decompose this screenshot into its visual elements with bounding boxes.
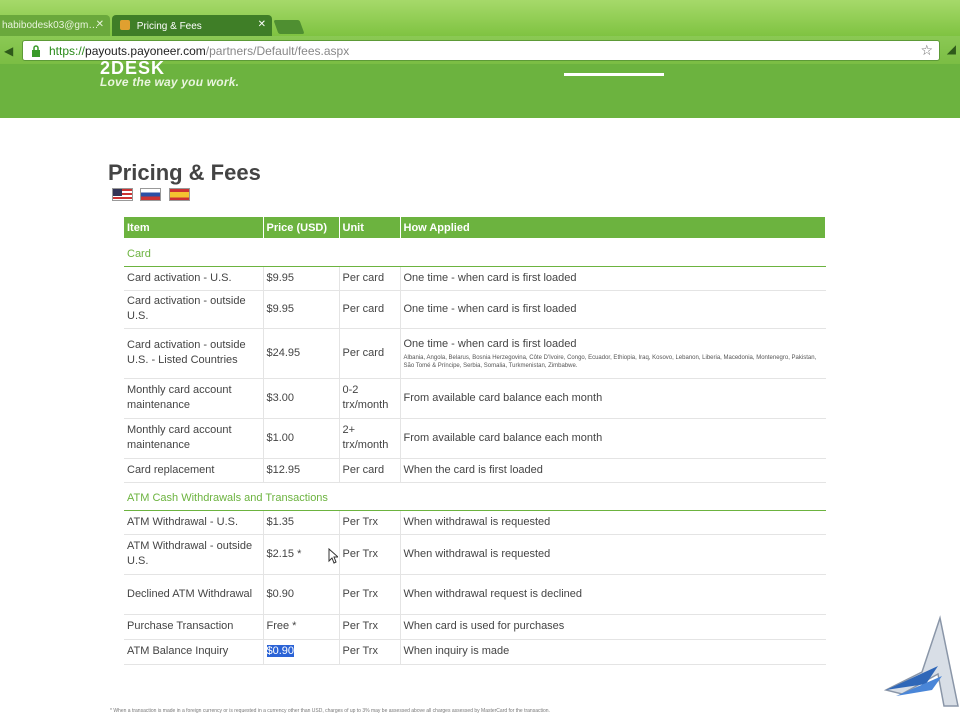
cell-how: When withdrawal request is declined xyxy=(400,574,826,615)
cell-unit: Per card xyxy=(339,458,401,483)
url-path: /partners/Default/fees.aspx xyxy=(205,44,350,58)
cell-unit: Per Trx xyxy=(339,639,401,665)
cell-how: One time - when card is first loaded xyxy=(400,290,826,329)
fees-table: Item Price (USD) Unit How Applied Card C… xyxy=(124,217,826,665)
cell-unit: Per Trx xyxy=(339,574,401,615)
cell-how: When withdrawal is requested xyxy=(400,534,826,575)
cell-how: One time - when card is first loaded xyxy=(400,266,826,291)
cell-how: When inquiry is made xyxy=(400,639,826,665)
table-row: ATM Withdrawal - outside U.S. $2.15 * Pe… xyxy=(124,534,826,575)
tab-label: habibodesk03@gm… xyxy=(2,20,99,31)
cell-price: $1.00 xyxy=(263,418,340,459)
cell-item: Card activation - outside U.S. xyxy=(124,290,264,329)
cell-item: Card activation - U.S. xyxy=(124,266,264,291)
cell-unit: Per card xyxy=(339,328,401,379)
cell-unit: Per Trx xyxy=(339,614,401,640)
tagline: Love the way you work. xyxy=(100,75,240,89)
cell-price: $9.95 xyxy=(263,266,340,291)
listed-countries: Albania, Angola, Belarus, Bosnia Herzego… xyxy=(403,354,817,369)
es-flag-icon[interactable] xyxy=(168,188,190,201)
cell-how: When the card is first loaded xyxy=(400,458,826,483)
url-host: payouts.payoneer.com xyxy=(85,44,206,58)
column-header-price: Price (USD) xyxy=(263,217,340,238)
cell-unit: 0-2 trx/month xyxy=(339,378,401,419)
section-title: Card xyxy=(124,238,826,267)
table-row: ATM Balance Inquiry $0.90 Per Trx When i… xyxy=(124,639,826,665)
cell-price: $0.90 xyxy=(263,574,340,615)
selected-price-text[interactable]: $0.90 xyxy=(266,645,295,657)
lock-icon xyxy=(32,45,40,57)
cell-unit: Per Trx xyxy=(339,534,401,575)
cell-price: $9.95 xyxy=(263,290,340,329)
url-scheme: https:// xyxy=(49,44,86,58)
cell-item: ATM Withdrawal - U.S. xyxy=(124,510,264,535)
wrench-icon[interactable]: ◢ xyxy=(947,42,956,56)
table-row: ATM Withdrawal - U.S. $1.35 Per Trx When… xyxy=(124,510,826,535)
column-header-unit: Unit xyxy=(339,217,401,238)
new-tab-button[interactable] xyxy=(273,20,305,34)
cell-price: $3.00 xyxy=(263,378,340,419)
cell-price: Free * xyxy=(263,614,340,640)
how-applied-text: One time - when card is first loaded xyxy=(403,337,577,350)
language-flags xyxy=(112,188,193,206)
cell-item: Purchase Transaction xyxy=(124,614,264,640)
table-row: Card activation - outside U.S. $9.95 Per… xyxy=(124,290,826,329)
cell-item: ATM Withdrawal - outside U.S. xyxy=(124,534,264,575)
table-row: Card activation - outside U.S. - Listed … xyxy=(124,328,826,379)
cell-unit: Per Trx xyxy=(339,510,401,535)
table-row: Monthly card account maintenance $3.00 0… xyxy=(124,378,826,419)
table-row: Declined ATM Withdrawal $0.90 Per Trx Wh… xyxy=(124,574,826,615)
cell-price: $24.95 xyxy=(263,328,340,379)
section-row: ATM Cash Withdrawals and Transactions xyxy=(124,482,826,511)
mouse-cursor-icon xyxy=(328,548,338,564)
cell-how: When card is used for purchases xyxy=(400,614,826,640)
close-tab-icon[interactable]: ✕ xyxy=(96,19,104,30)
cell-item: Card replacement xyxy=(124,458,264,483)
footnote: * When a transaction is made in a foreig… xyxy=(110,708,550,714)
tab-label: Pricing & Fees xyxy=(136,21,202,32)
back-icon[interactable]: ◀ xyxy=(4,44,13,58)
cell-price: $12.95 xyxy=(263,458,340,483)
table-row: Monthly card account maintenance $1.00 2… xyxy=(124,418,826,459)
watermark-logo-icon xyxy=(883,615,959,707)
cell-how: From available card balance each month xyxy=(400,378,826,419)
close-tab-icon[interactable]: ✕ xyxy=(258,19,266,30)
cell-price: $1.35 xyxy=(263,510,340,535)
favicon-icon xyxy=(120,20,130,30)
section-row: Card xyxy=(124,238,826,267)
star-icon[interactable]: ☆ xyxy=(920,42,933,59)
site-header: 2DESK Love the way you work. xyxy=(0,58,960,118)
table-row: Card activation - U.S. $9.95 Per card On… xyxy=(124,266,826,291)
tab-gmail[interactable]: habibodesk03@gm… ✕ xyxy=(0,15,110,37)
us-flag-icon[interactable] xyxy=(112,188,133,201)
browser-tabstrip: habibodesk03@gm… ✕ Pricing & Fees ✕ xyxy=(0,0,960,37)
cell-price: $0.90 xyxy=(263,639,340,665)
column-header-item: Item xyxy=(124,217,264,238)
cell-unit: Per card xyxy=(339,290,401,329)
cell-how: From available card balance each month xyxy=(400,418,826,459)
cell-how: When withdrawal is requested xyxy=(400,510,826,535)
cell-item: Card activation - outside U.S. - Listed … xyxy=(124,328,264,379)
cell-item: Monthly card account maintenance xyxy=(124,378,264,419)
cell-unit: Per card xyxy=(339,266,401,291)
nav-active-indicator xyxy=(564,73,664,76)
cell-how: One time - when card is first loaded Alb… xyxy=(400,328,826,379)
cell-item: Declined ATM Withdrawal xyxy=(124,574,264,615)
cell-unit: 2+ trx/month xyxy=(339,418,401,459)
cell-item: Monthly card account maintenance xyxy=(124,418,264,459)
column-header-how-applied: How Applied xyxy=(400,217,826,238)
table-header-row: Item Price (USD) Unit How Applied xyxy=(124,217,826,238)
cell-item: ATM Balance Inquiry xyxy=(124,639,264,665)
table-row: Card replacement $12.95 Per card When th… xyxy=(124,458,826,483)
page-title: Pricing & Fees xyxy=(108,160,261,185)
table-row: Purchase Transaction Free * Per Trx When… xyxy=(124,614,826,640)
tab-pricing-fees[interactable]: Pricing & Fees ✕ xyxy=(112,15,272,37)
ru-flag-icon[interactable] xyxy=(140,188,162,201)
section-title: ATM Cash Withdrawals and Transactions xyxy=(124,482,826,511)
